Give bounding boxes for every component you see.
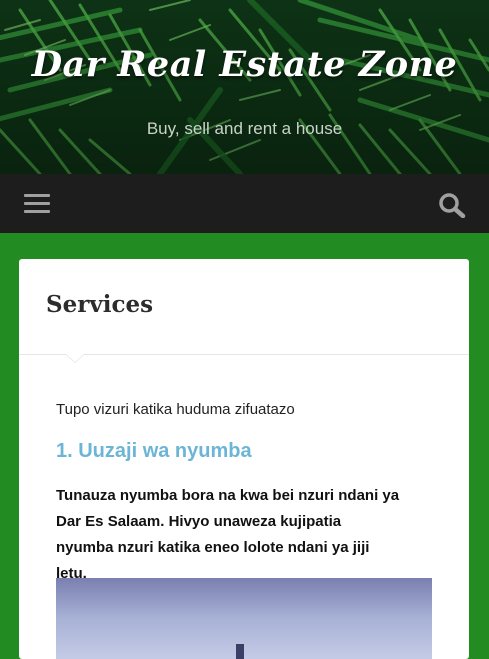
intro-text: Tupo vizuri katika huduma zifuatazo (56, 401, 295, 418)
content-card: Services Tupo vizuri katika huduma zifua… (19, 259, 469, 659)
section-heading: 1. Uuzaji wa nyumba (56, 440, 252, 462)
site-header: Dar Real Estate Zone Buy, sell and rent … (0, 0, 489, 174)
site-title[interactable]: Dar Real Estate Zone (0, 44, 489, 85)
site-tagline: Buy, sell and rent a house (146, 119, 343, 138)
page-header: Services (19, 259, 469, 355)
page-title: Services (46, 291, 154, 318)
hamburger-menu-icon[interactable] (22, 192, 52, 216)
fern-background-image (0, 0, 489, 174)
search-icon[interactable] (438, 192, 466, 219)
navigation-bar (0, 174, 489, 233)
service-description: Tunauza nyumba bora na kwa bei nzuri nda… (56, 487, 400, 582)
